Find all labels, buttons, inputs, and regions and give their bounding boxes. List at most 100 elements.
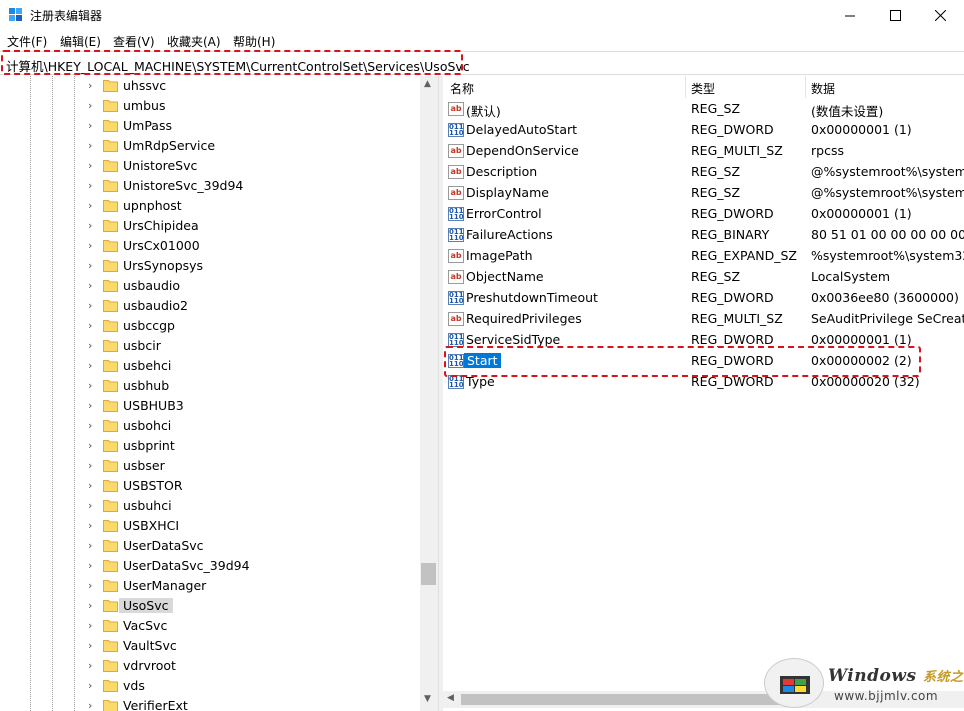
- value-name: DelayedAutoStart: [466, 122, 578, 137]
- chevron-right-icon[interactable]: ›: [88, 399, 92, 412]
- menu-file[interactable]: 文件(F): [7, 33, 47, 50]
- column-header-data[interactable]: 数据: [811, 76, 835, 98]
- chevron-right-icon[interactable]: ›: [88, 379, 92, 392]
- menu-edit[interactable]: 编辑(E): [60, 33, 101, 50]
- tree-item[interactable]: › umbus: [0, 96, 420, 116]
- scroll-up-icon[interactable]: ▲: [424, 79, 431, 89]
- chevron-right-icon[interactable]: ›: [88, 339, 92, 352]
- tree-item[interactable]: › USBXHCI: [0, 516, 420, 536]
- tree-item[interactable]: › UserDataSvc_39d94: [0, 556, 420, 576]
- value-list[interactable]: 名称 类型 数据 ab (默认) REG_SZ (数值未设置) 011 110 Delaye…: [443, 76, 964, 711]
- tree-item[interactable]: › VacSvc: [0, 616, 420, 636]
- tree-item[interactable]: › VaultSvc: [0, 636, 420, 656]
- menu-view[interactable]: 查看(V): [113, 33, 155, 50]
- tree-item[interactable]: › UsoSvc: [0, 596, 420, 616]
- close-button[interactable]: [917, 0, 963, 31]
- chevron-right-icon[interactable]: ›: [88, 159, 92, 172]
- value-row[interactable]: 011 110 FailureActions REG_BINARY 80 51 01 0…: [443, 225, 964, 246]
- value-row[interactable]: ab ObjectName REG_SZ LocalSystem: [443, 267, 964, 288]
- tree-item[interactable]: › VerifierExt: [0, 696, 420, 711]
- chevron-right-icon[interactable]: ›: [88, 659, 92, 672]
- tree-item[interactable]: › UnistoreSvc: [0, 156, 420, 176]
- chevron-right-icon[interactable]: ›: [88, 559, 92, 572]
- tree-item[interactable]: › usbhub: [0, 376, 420, 396]
- chevron-right-icon[interactable]: ›: [88, 619, 92, 632]
- chevron-right-icon[interactable]: ›: [88, 479, 92, 492]
- scroll-down-icon[interactable]: ▼: [424, 694, 431, 704]
- chevron-right-icon[interactable]: ›: [88, 259, 92, 272]
- tree-item[interactable]: › UserDataSvc: [0, 536, 420, 556]
- chevron-right-icon[interactable]: ›: [88, 639, 92, 652]
- column-separator[interactable]: [685, 76, 686, 98]
- value-row[interactable]: 011 110 ErrorControl REG_DWORD 0x00000001 (1…: [443, 204, 964, 225]
- maximize-button[interactable]: [872, 0, 918, 31]
- tree-item[interactable]: › usbccgp: [0, 316, 420, 336]
- chevron-right-icon[interactable]: ›: [88, 279, 92, 292]
- tree-item[interactable]: › UmPass: [0, 116, 420, 136]
- chevron-right-icon[interactable]: ›: [88, 299, 92, 312]
- chevron-right-icon[interactable]: ›: [88, 139, 92, 152]
- chevron-right-icon[interactable]: ›: [88, 579, 92, 592]
- chevron-right-icon[interactable]: ›: [88, 599, 92, 612]
- value-row[interactable]: ab RequiredPrivileges REG_MULTI_SZ SeAuditP…: [443, 309, 964, 330]
- tree-item[interactable]: › USBHUB3: [0, 396, 420, 416]
- tree-item[interactable]: › uhssvc: [0, 76, 420, 96]
- key-tree[interactable]: › uhssvc › umbus › UmPass › UmRdpService › Unisto…: [0, 76, 438, 711]
- chevron-right-icon[interactable]: ›: [88, 699, 92, 711]
- tree-item[interactable]: › usbehci: [0, 356, 420, 376]
- chevron-right-icon[interactable]: ›: [88, 359, 92, 372]
- tree-item[interactable]: › usbohci: [0, 416, 420, 436]
- chevron-right-icon[interactable]: ›: [88, 519, 92, 532]
- chevron-right-icon[interactable]: ›: [88, 219, 92, 232]
- value-row[interactable]: ab Description REG_SZ @%systemroot%\system3: [443, 162, 964, 183]
- column-header-type[interactable]: 类型: [691, 76, 715, 98]
- chevron-right-icon[interactable]: ›: [88, 499, 92, 512]
- chevron-right-icon[interactable]: ›: [88, 679, 92, 692]
- minimize-button[interactable]: [827, 0, 873, 31]
- tree-item[interactable]: › upnphost: [0, 196, 420, 216]
- hscroll-thumb[interactable]: [461, 694, 801, 705]
- tree-item[interactable]: › UrsChipidea: [0, 216, 420, 236]
- tree-item[interactable]: › usbaudio2: [0, 296, 420, 316]
- chevron-right-icon[interactable]: ›: [88, 459, 92, 472]
- value-row[interactable]: ab ImagePath REG_EXPAND_SZ %systemroot%\sys…: [443, 246, 964, 267]
- chevron-right-icon[interactable]: ›: [88, 239, 92, 252]
- scroll-left-icon[interactable]: ◀: [447, 693, 454, 703]
- chevron-right-icon[interactable]: ›: [88, 439, 92, 452]
- tree-item[interactable]: › UrsCx01000: [0, 236, 420, 256]
- chevron-right-icon[interactable]: ›: [88, 119, 92, 132]
- tree-item[interactable]: › UrsSynopsys: [0, 256, 420, 276]
- tree-item[interactable]: › usbser: [0, 456, 420, 476]
- chevron-right-icon[interactable]: ›: [88, 99, 92, 112]
- value-row[interactable]: ab DisplayName REG_SZ @%systemroot%\system3: [443, 183, 964, 204]
- tree-item[interactable]: › usbaudio: [0, 276, 420, 296]
- tree-item[interactable]: › usbcir: [0, 336, 420, 356]
- tree-item[interactable]: › USBSTOR: [0, 476, 420, 496]
- tree-item[interactable]: › vdrvroot: [0, 656, 420, 676]
- value-row[interactable]: 011 110 DelayedAutoStart REG_DWORD 0x0000000…: [443, 120, 964, 141]
- menu-help[interactable]: 帮助(H): [233, 33, 275, 50]
- chevron-right-icon[interactable]: ›: [88, 199, 92, 212]
- tree-scrollbar[interactable]: ▲ ▼: [420, 76, 438, 711]
- chevron-right-icon[interactable]: ›: [88, 539, 92, 552]
- column-separator[interactable]: [805, 76, 806, 98]
- tree-item[interactable]: › usbuhci: [0, 496, 420, 516]
- value-row[interactable]: ab (默认) REG_SZ (数值未设置): [443, 99, 964, 120]
- chevron-right-icon[interactable]: ›: [88, 419, 92, 432]
- chevron-right-icon[interactable]: ›: [88, 319, 92, 332]
- chevron-right-icon[interactable]: ›: [88, 179, 92, 192]
- tree-item[interactable]: › usbprint: [0, 436, 420, 456]
- scroll-thumb[interactable]: [421, 563, 436, 585]
- tree-item[interactable]: › UmRdpService: [0, 136, 420, 156]
- value-row[interactable]: 011 110 PreshutdownTimeout REG_DWORD 0x0036e…: [443, 288, 964, 309]
- value-row[interactable]: ab DependOnService REG_MULTI_SZ rpcss: [443, 141, 964, 162]
- chevron-right-icon[interactable]: ›: [88, 79, 92, 92]
- tree-item[interactable]: › UserManager: [0, 576, 420, 596]
- column-header-name[interactable]: 名称: [450, 76, 474, 98]
- folder-icon: [103, 420, 118, 432]
- tree-item[interactable]: › UnistoreSvc_39d94: [0, 176, 420, 196]
- menu-favorites[interactable]: 收藏夹(A): [167, 33, 221, 50]
- tree-item[interactable]: › vds: [0, 676, 420, 696]
- folder-icon: [103, 80, 118, 92]
- windows-logo-icon: [780, 676, 810, 694]
